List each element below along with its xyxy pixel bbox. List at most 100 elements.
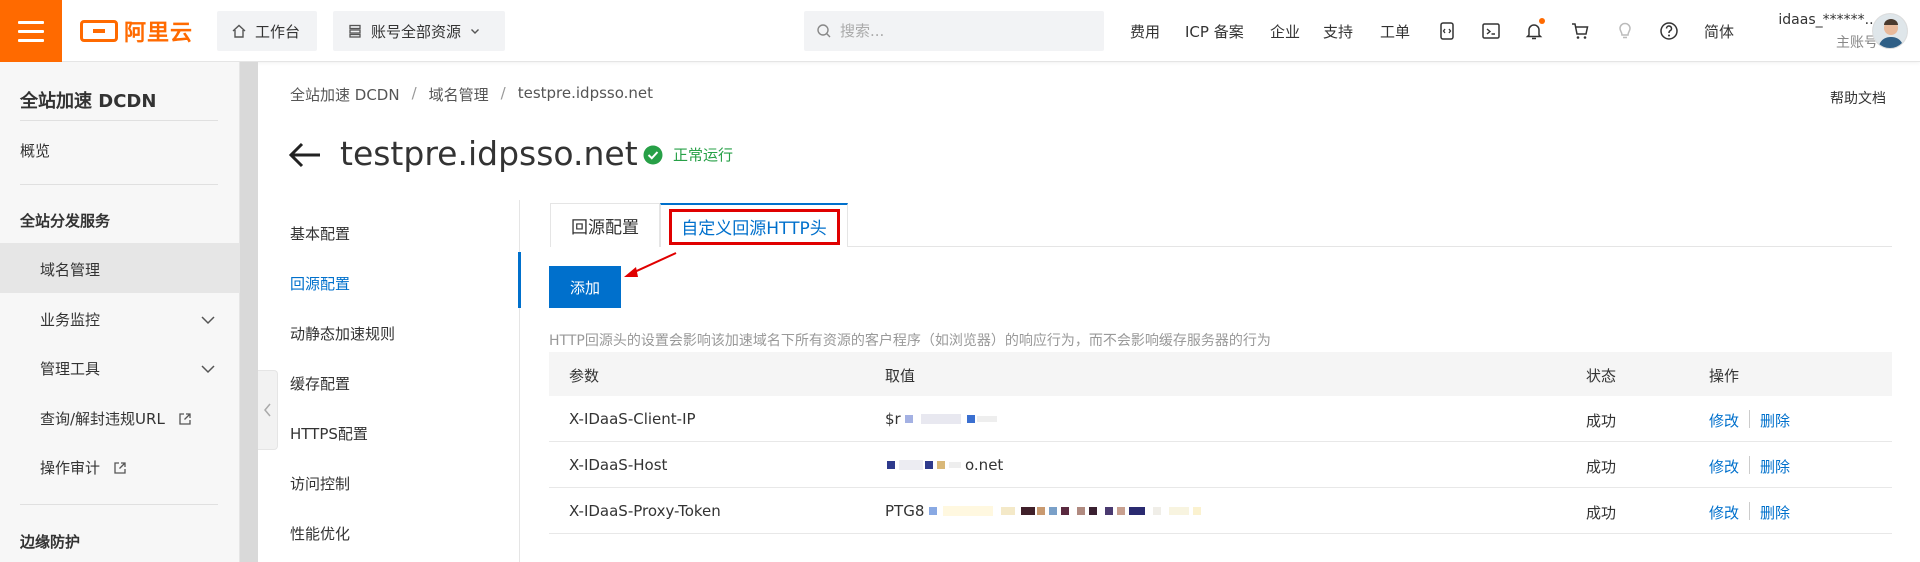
sidebar: 全站加速 DCDN 概览 全站分发服务 域名管理 业务监控 管理工具 查询/解封… (0, 62, 240, 562)
breadcrumb-dcdn[interactable]: 全站加速 DCDN (290, 84, 400, 105)
redacted-value (887, 460, 961, 470)
redacted-value (929, 506, 1201, 516)
search-icon (817, 24, 831, 38)
sidebar-item-label: 操作审计 (40, 459, 101, 477)
workbench-label: 工作台 (255, 22, 301, 41)
sidebar-scrollbar[interactable] (240, 62, 258, 562)
cell-value: PTG8 (885, 502, 925, 520)
nav-icp[interactable]: ICP 备案 (1185, 21, 1244, 42)
brand-name: 阿里云 (124, 21, 194, 46)
sidebar-item-label: 业务监控 (40, 311, 101, 329)
help-icon[interactable] (1658, 20, 1680, 42)
search-input[interactable] (840, 22, 1080, 40)
table-header: 参数 取值 状态 操作 (549, 352, 1892, 396)
subnav-origin[interactable]: 回源配置 (290, 273, 350, 294)
breadcrumb-current: testpre.idpsso.net (517, 84, 654, 102)
sidebar-item-tools[interactable]: 管理工具 (40, 358, 100, 379)
search-box[interactable] (804, 11, 1104, 51)
breadcrumb: 全站加速 DCDN / 域名管理 / testpre.idpsso.net (290, 84, 654, 105)
subnav-access-control[interactable]: 访问控制 (290, 473, 350, 494)
config-subnav: 基本配置 回源配置 动静态加速规则 缓存配置 HTTPS配置 访问控制 性能优化 (290, 200, 521, 562)
account-name: idaas_******... (1778, 12, 1878, 28)
account-menu[interactable]: idaas_******... 主账号 (1760, 12, 1878, 52)
edit-link[interactable]: 修改 (1709, 502, 1739, 523)
language-switch[interactable]: 简体 (1704, 21, 1734, 42)
delete-link[interactable]: 删除 (1760, 456, 1790, 477)
sidebar-item-label: 查询/解封违规URL (40, 410, 165, 428)
cell-value: $r (885, 410, 901, 428)
avatar[interactable] (1872, 13, 1908, 49)
th-value: 取值 (885, 367, 916, 385)
annotation-arrow-icon (624, 252, 677, 277)
delete-link[interactable]: 删除 (1760, 410, 1790, 431)
cart-icon[interactable] (1569, 20, 1591, 42)
sidebar-item-label: 管理工具 (40, 360, 101, 378)
aliyun-logo[interactable]: 阿里云 (80, 16, 193, 46)
chevron-down-icon[interactable] (200, 313, 216, 327)
add-button[interactable]: 添加 (549, 266, 621, 308)
breadcrumb-domain-management[interactable]: 域名管理 (429, 84, 489, 105)
cell-param: X-IDaaS-Proxy-Token (569, 502, 721, 520)
sidebar-active-highlight (0, 243, 240, 293)
sidebar-collapse-handle[interactable] (258, 370, 278, 450)
page-title: testpre.idpsso.net (340, 134, 638, 173)
subnav-performance[interactable]: 性能优化 (290, 523, 350, 544)
tab-bar: 回源配置 自定义回源HTTP头 (550, 203, 1892, 247)
table-row: X-IDaaS-Proxy-Token PTG8 成功 修改 删除 (549, 488, 1892, 534)
external-link-icon (178, 413, 191, 425)
chevron-down-icon[interactable] (200, 362, 216, 376)
table-row: X-IDaaS-Client-IP $r 成功 修改 删除 (549, 396, 1892, 442)
cell-status: 成功 (1586, 504, 1617, 522)
notification-dot (1539, 18, 1545, 24)
subnav-active-indicator (518, 252, 521, 308)
lightbulb-icon[interactable] (1614, 20, 1636, 42)
nav-enterprise[interactable]: 企业 (1270, 21, 1300, 42)
status-badge: 正常运行 (643, 144, 733, 165)
help-docs-link[interactable]: 帮助文档 (1830, 88, 1886, 108)
bell-icon[interactable] (1523, 18, 1545, 42)
table-row: X-IDaaS-Host o.net 成功 修改 删除 (549, 442, 1892, 488)
top-bar: 阿里云 工作台 账号全部资源 费用 ICP 备案 企业 支持 工单 简体 ida… (0, 0, 1920, 62)
th-param: 参数 (569, 367, 600, 385)
cell-param: X-IDaaS-Host (569, 456, 668, 474)
back-arrow-icon[interactable] (288, 140, 322, 170)
cell-value: o.net (965, 456, 1004, 474)
redacted-value (905, 414, 997, 424)
nav-support[interactable]: 支持 (1323, 21, 1353, 42)
user-avatar-icon (1873, 14, 1907, 48)
code-app-icon[interactable] (1436, 20, 1458, 42)
sidebar-section-edge: 边缘防护 (20, 533, 81, 551)
th-actions: 操作 (1709, 367, 1740, 385)
subnav-https[interactable]: HTTPS配置 (290, 423, 368, 444)
resources-label: 账号全部资源 (371, 22, 462, 41)
menu-button[interactable] (0, 0, 62, 62)
workbench-button[interactable]: 工作台 (217, 11, 317, 51)
sidebar-title: 全站加速 DCDN (20, 91, 157, 112)
stack-icon (349, 24, 361, 38)
resources-dropdown[interactable]: 账号全部资源 (333, 11, 505, 51)
edit-link[interactable]: 修改 (1709, 456, 1739, 477)
nav-billing[interactable]: 费用 (1130, 21, 1160, 42)
tab-origin-config[interactable]: 回源配置 (550, 203, 660, 247)
delete-link[interactable]: 删除 (1760, 502, 1790, 523)
status-text: 正常运行 (673, 146, 734, 164)
sidebar-item-domain-management[interactable]: 域名管理 (40, 259, 100, 280)
external-link-icon (114, 462, 126, 474)
subnav-cache[interactable]: 缓存配置 (290, 373, 350, 394)
menu-icon (18, 20, 44, 24)
terminal-icon[interactable] (1480, 20, 1502, 42)
tab-custom-http-header[interactable]: 自定义回源HTTP头 (660, 203, 848, 247)
account-role: 主账号 (1836, 35, 1878, 51)
sidebar-item-audit[interactable]: 操作审计 (40, 457, 127, 478)
edit-link[interactable]: 修改 (1709, 410, 1739, 431)
sidebar-item-query-unblock[interactable]: 查询/解封违规URL (40, 408, 192, 429)
sidebar-item-monitoring[interactable]: 业务监控 (40, 309, 100, 330)
nav-ticket[interactable]: 工单 (1380, 21, 1410, 42)
chevron-down-icon (471, 29, 480, 34)
home-icon (232, 24, 246, 38)
cell-status: 成功 (1586, 412, 1617, 430)
th-status: 状态 (1586, 367, 1617, 385)
sidebar-item-overview[interactable]: 概览 (20, 140, 50, 161)
subnav-basic[interactable]: 基本配置 (290, 223, 350, 244)
subnav-acceleration-rules[interactable]: 动静态加速规则 (290, 323, 395, 344)
